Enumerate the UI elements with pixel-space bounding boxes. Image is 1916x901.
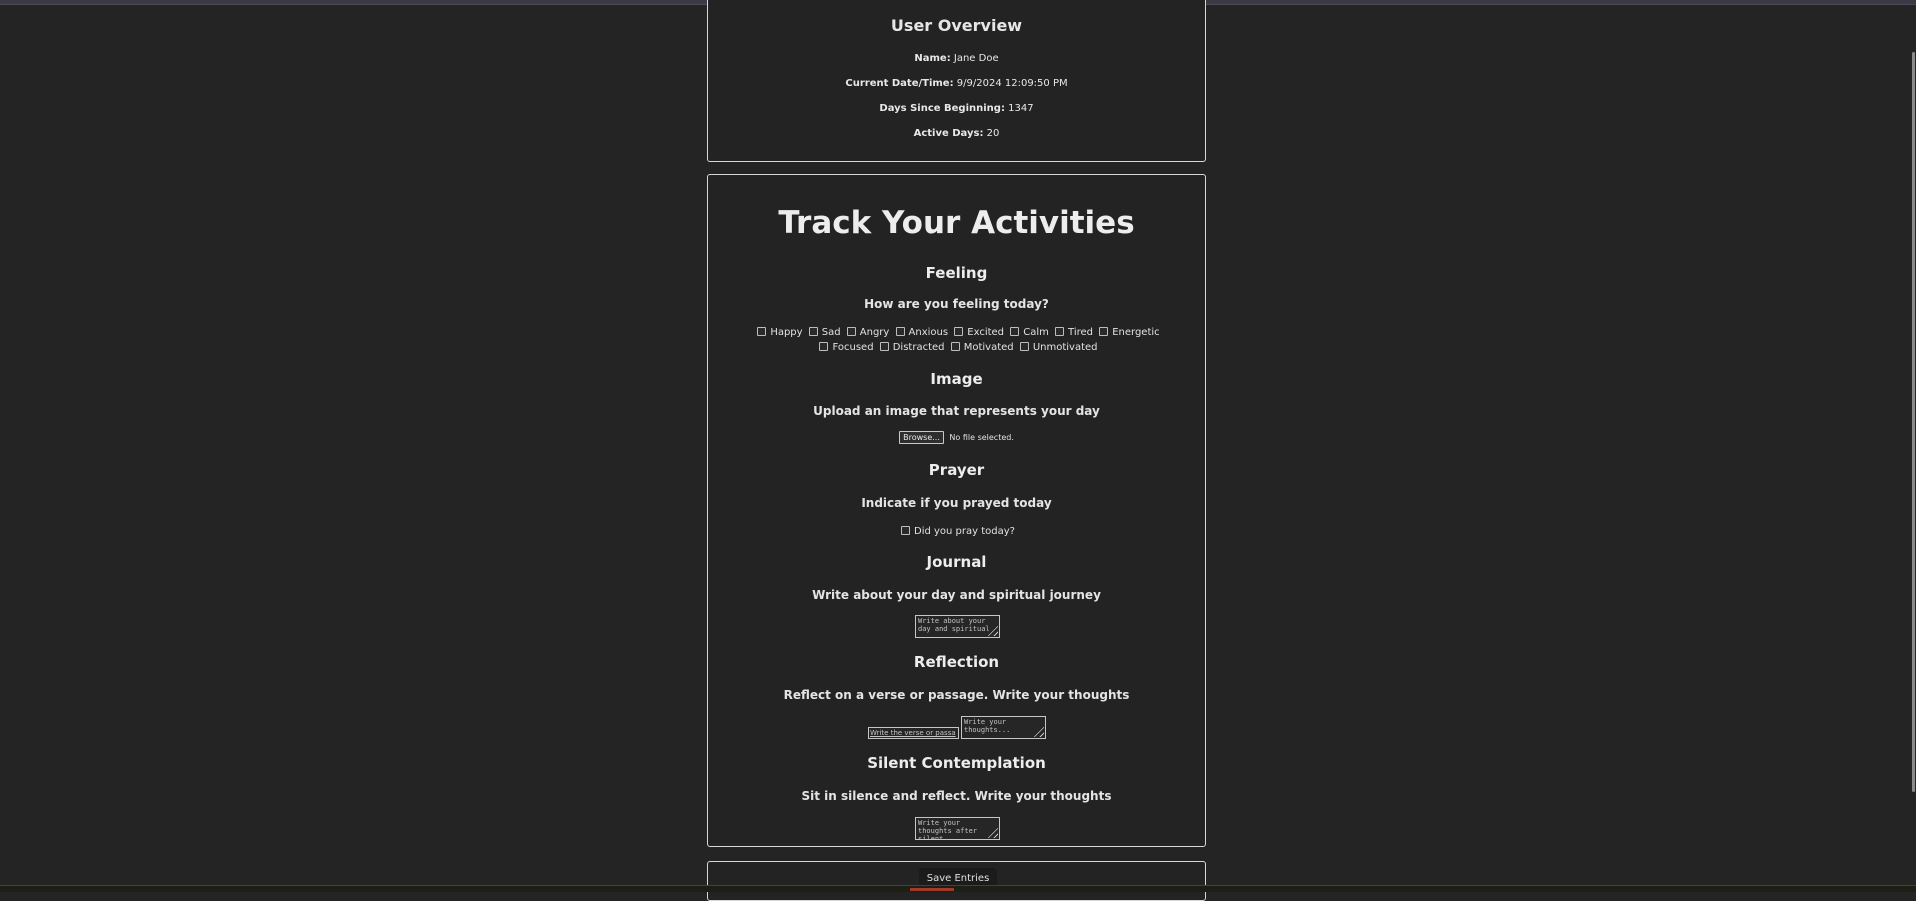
feeling-option[interactable]: Excited	[951, 327, 1004, 338]
active-days-label: Active Days:	[913, 128, 984, 139]
contemplation-placeholder: Write your thoughts after silent	[918, 819, 978, 840]
feeling-option-label: Anxious	[908, 327, 949, 338]
checkbox[interactable]	[1019, 342, 1029, 351]
feeling-option-label: Focused	[832, 342, 874, 353]
prayer-subtitle: Indicate if you prayed today	[861, 496, 1052, 510]
checkbox[interactable]	[819, 342, 829, 351]
verse-input[interactable]: Write the verse or passa	[868, 727, 959, 739]
checkbox[interactable]	[1055, 327, 1065, 336]
feeling-option[interactable]: Calm	[1007, 327, 1049, 338]
reflection-title: Reflection	[913, 653, 1000, 671]
checkbox[interactable]	[954, 327, 964, 336]
checkbox[interactable]	[879, 342, 889, 351]
feeling-option-label: Tired	[1068, 327, 1094, 338]
feeling-option-label: Sad	[821, 327, 841, 338]
scrollbar-thumb[interactable]	[1912, 52, 1915, 792]
checkbox[interactable]	[1099, 327, 1109, 336]
contemplation-title: Silent Contemplation	[867, 754, 1046, 772]
prayer-title: Prayer	[928, 461, 985, 479]
journal-title: Journal	[926, 553, 987, 571]
feeling-option[interactable]: Anxious	[893, 327, 949, 338]
feeling-option[interactable]: Unmotivated	[1017, 342, 1098, 353]
user-overview-card: User Overview Name: Jane Doe Current Dat…	[707, 0, 1206, 162]
feeling-title: Feeling	[925, 264, 988, 282]
journal-placeholder: Write about your day and spiritual	[918, 617, 990, 633]
file-status: No file selected.	[949, 433, 1014, 442]
feeling-option-label: Distracted	[892, 342, 945, 353]
checkbox[interactable]	[757, 327, 767, 336]
pray-checkbox[interactable]	[901, 526, 910, 535]
days-since-value: 1347	[1008, 103, 1034, 114]
feeling-option[interactable]: Distracted	[877, 342, 945, 353]
feeling-option[interactable]: Motivated	[948, 342, 1014, 353]
feeling-option-label: Happy	[770, 327, 803, 338]
checkbox[interactable]	[846, 327, 856, 336]
feeling-option-label: Motivated	[963, 342, 1014, 353]
verse-placeholder: Write the verse or passa	[870, 729, 956, 737]
tracker-title: Track Your Activities	[778, 205, 1135, 241]
feeling-option[interactable]: Focused	[816, 342, 874, 353]
thoughts-textarea[interactable]: Write your thoughts...	[961, 716, 1046, 739]
checkbox[interactable]	[950, 342, 960, 351]
name-row: Name: Jane Doe	[708, 53, 1205, 64]
image-subtitle: Upload an image that represents your day	[813, 404, 1100, 418]
feeling-option[interactable]: Angry	[844, 327, 890, 338]
feeling-option-label: Angry	[859, 327, 890, 338]
feeling-option-label: Excited	[967, 327, 1005, 338]
feeling-option[interactable]: Happy	[754, 327, 803, 338]
active-days-row: Active Days: 20	[708, 128, 1205, 139]
checkbox[interactable]	[808, 327, 818, 336]
feeling-subtitle: How are you feeling today?	[864, 297, 1049, 311]
name-label: Name:	[914, 53, 951, 64]
days-since-label: Days Since Beginning:	[879, 103, 1005, 114]
reflection-subtitle: Reflect on a verse or passage. Write you…	[783, 688, 1130, 702]
active-days-value: 20	[986, 128, 1000, 139]
feeling-option[interactable]: Tired	[1052, 327, 1093, 338]
pray-option[interactable]: Did you pray today?	[708, 526, 1205, 537]
feeling-option[interactable]: Sad	[806, 327, 841, 338]
days-since-row: Days Since Beginning: 1347	[708, 103, 1205, 114]
datetime-label: Current Date/Time:	[845, 78, 954, 89]
feeling-option[interactable]: Energetic	[1096, 327, 1160, 338]
file-upload: Browse... No file selected.	[708, 431, 1205, 444]
checkbox[interactable]	[1010, 327, 1020, 336]
journal-textarea[interactable]: Write about your day and spiritual	[915, 615, 1000, 638]
activity-tracker-card: Track Your Activities Feeling How are yo…	[707, 174, 1206, 847]
datetime-value: 9/9/2024 12:09:50 PM	[956, 78, 1068, 89]
contemplation-subtitle: Sit in silence and reflect. Write your t…	[801, 789, 1112, 803]
datetime-row: Current Date/Time: 9/9/2024 12:09:50 PM	[708, 78, 1205, 89]
feeling-option-label: Energetic	[1112, 327, 1160, 338]
contemplation-textarea[interactable]: Write your thoughts after silent	[915, 817, 1000, 840]
resize-grip-icon[interactable]	[985, 825, 998, 838]
save-card: Save Entries	[707, 861, 1206, 901]
pray-checkbox-label: Did you pray today?	[914, 526, 1015, 537]
checkbox[interactable]	[895, 327, 905, 336]
browse-button[interactable]: Browse...	[899, 431, 944, 444]
resize-grip-icon[interactable]	[1031, 724, 1044, 737]
feeling-option-label: Calm	[1023, 327, 1049, 338]
overview-title: User Overview	[890, 16, 1023, 35]
journal-subtitle: Write about your day and spiritual journ…	[812, 588, 1101, 602]
name-value: Jane Doe	[953, 53, 999, 64]
image-title: Image	[930, 370, 983, 388]
thoughts-placeholder: Write your thoughts...	[964, 718, 1011, 734]
feeling-option-label: Unmotivated	[1032, 342, 1098, 353]
feeling-options: Happy Sad Angry Anxious Excited Calm Tir…	[726, 325, 1188, 355]
